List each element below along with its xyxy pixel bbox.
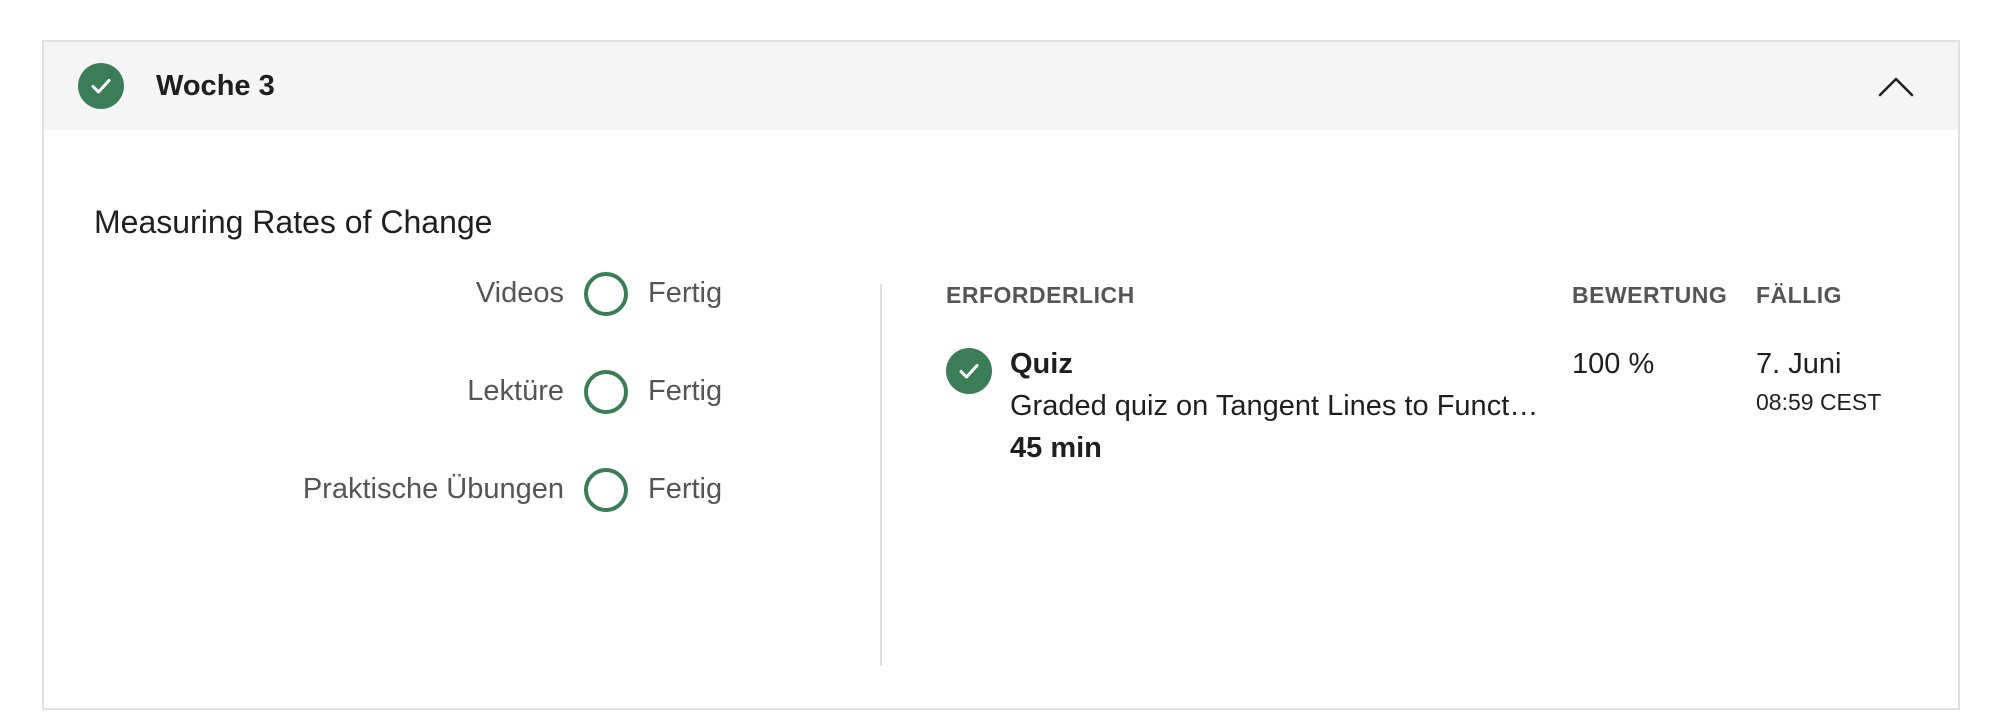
header-required: ERFORDERLICH	[946, 282, 1135, 308]
module-title: Measuring Rates of Change	[94, 204, 493, 240]
progress-status: Fertig	[648, 375, 723, 407]
quiz-duration: 45 min	[1010, 432, 1102, 464]
chevron-up-icon	[1878, 77, 1914, 97]
column-divider	[880, 284, 882, 666]
header-grade: BEWERTUNG	[1572, 282, 1728, 308]
progress-ring-icon	[584, 468, 628, 512]
progress-row-reading: Lektüre Fertig	[44, 366, 734, 416]
quiz-due-date: 7. Juni	[1756, 348, 1842, 380]
progress-row-practice: Praktische Übungen Fertig	[44, 464, 734, 514]
progress-ring-icon	[584, 272, 628, 316]
week-title: Woche 3	[156, 70, 275, 102]
collapse-week-button[interactable]	[1870, 60, 1922, 112]
week-header[interactable]: Woche 3	[44, 42, 1958, 130]
quiz-description: Graded quiz on Tangent Lines to Funct…	[1010, 390, 1539, 422]
quiz-complete-check-icon	[946, 348, 992, 394]
quiz-link[interactable]: Quiz	[1010, 344, 1073, 384]
week-complete-check-icon	[78, 63, 124, 109]
progress-status: Fertig	[648, 277, 723, 309]
week-card: Woche 3 Measuring Rates of Change Videos…	[42, 40, 1960, 710]
progress-label: Lektüre	[467, 375, 564, 407]
progress-ring-icon	[584, 370, 628, 414]
quiz-grade: 100 %	[1572, 348, 1655, 380]
header-due: FÄLLIG	[1756, 282, 1843, 308]
progress-label: Videos	[475, 277, 564, 309]
quiz-due-time: 08:59 CEST	[1756, 389, 1882, 415]
progress-status: Fertig	[648, 473, 723, 505]
progress-row-videos: Videos Fertig	[44, 268, 734, 318]
progress-label: Praktische Übungen	[302, 473, 564, 505]
